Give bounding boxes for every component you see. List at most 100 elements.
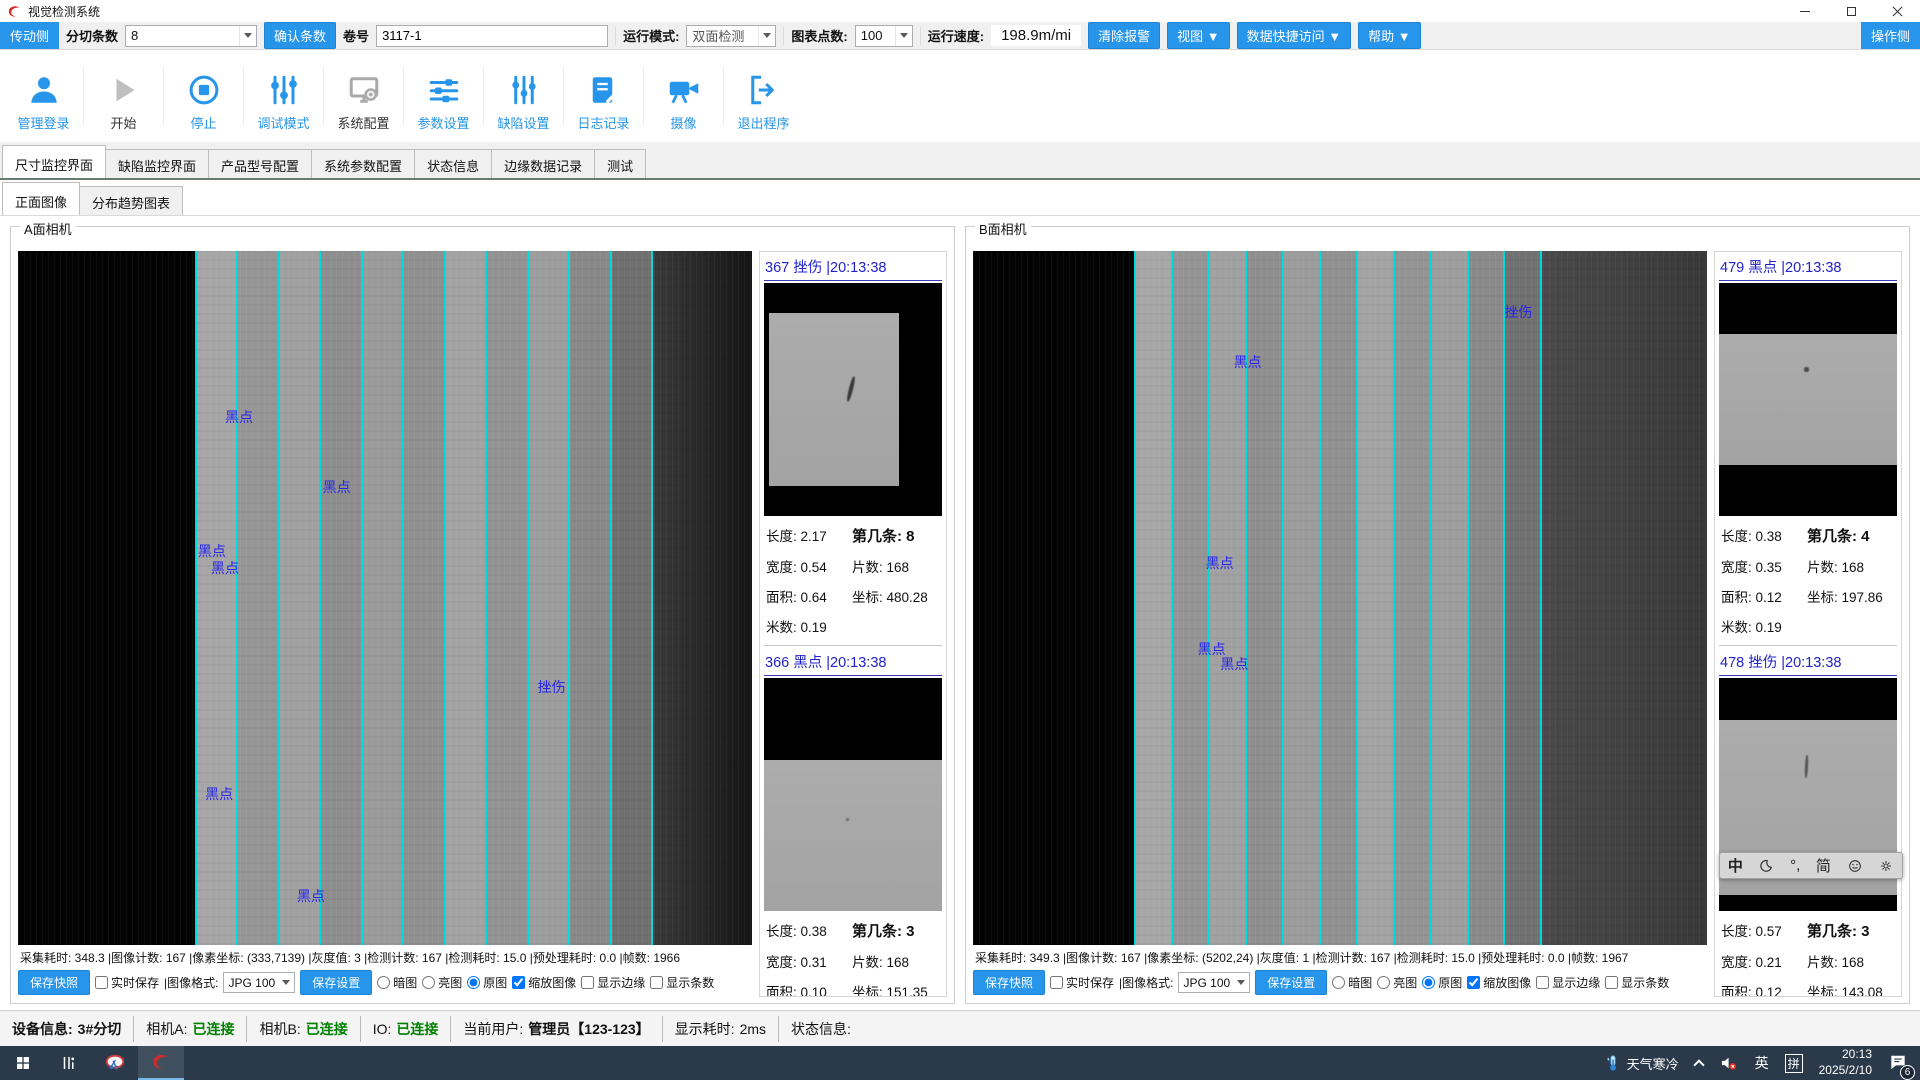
tool-exit-program[interactable]: 退出程序 [724,56,803,136]
language-indicator[interactable]: 英 [1755,1053,1769,1073]
save-snapshot-button[interactable]: 保存快照 [973,970,1045,995]
defect-card[interactable]: 367 挫伤 |20:13:38长度: 2.17第几条: 8宽度: 0.54片数… [764,254,942,640]
tab-status-info[interactable]: 状态信息 [414,149,492,178]
save-settings-button[interactable]: 保存设置 [1255,970,1327,995]
gear-icon[interactable] [1878,858,1894,874]
camera-image-a[interactable]: 黑点黑点黑点黑点挫伤黑点黑点 [18,251,752,945]
realtime-save-checkbox[interactable] [95,976,108,989]
pinned-app-button[interactable] [46,1046,92,1080]
ime-punctuation[interactable]: °, [1790,857,1800,874]
tab-defect-monitor[interactable]: 缺陷监控界面 [105,149,209,178]
tool-stop[interactable]: 停止 [164,56,243,136]
tab-test[interactable]: 测试 [594,149,646,178]
ime-mode-indicator[interactable]: 拼 [1785,1054,1803,1073]
clear-alarm-button[interactable]: 清除报警 [1088,22,1160,49]
confirm-count-button[interactable]: 确认条数 [264,22,336,49]
show-strip-count-checkbox[interactable] [650,976,663,989]
bright-image-radio[interactable] [422,976,435,989]
tool-log-record[interactable]: 日志记录 [564,56,643,136]
defect-label: 黑点 [297,886,325,906]
dark-image-radio[interactable] [1332,976,1345,989]
dark-image-label: 暗图 [1348,974,1372,991]
drive-side-button[interactable]: 传动侧 [0,22,59,49]
zoom-image-checkbox[interactable] [1467,976,1480,989]
status-segment: 当前用户:管理员【123-123】 [451,1016,662,1042]
emoji-icon[interactable] [1847,858,1863,874]
tool-defect-settings[interactable]: 缺陷设置 [484,56,563,136]
film-strip [279,251,320,945]
tool-debug-mode[interactable]: 调试模式 [244,56,323,136]
tray-expand-chevron-icon[interactable] [1693,1059,1704,1070]
slit-count-label: 分切条数 [66,26,118,45]
roll-no-input[interactable] [376,25,608,47]
stat-cell: 长度: 0.38 [1721,525,1807,546]
ime-lang-chinese[interactable]: 中 [1728,855,1743,876]
show-edge-checkbox[interactable] [581,976,594,989]
strip-cut-line [319,251,321,945]
save-settings-button[interactable]: 保存设置 [300,970,372,995]
close-button[interactable] [1874,0,1920,22]
defect-card[interactable]: 479 黑点 |20:13:38长度: 0.38第几条: 4宽度: 0.35片数… [1719,254,1897,640]
stat-cell: 坐标: 143.08 [1807,981,1895,997]
camera-image-b[interactable]: 挫伤黑点黑点黑点黑点 [973,251,1707,945]
status-label: 相机B: [259,1019,300,1039]
tab-product-model-config[interactable]: 产品型号配置 [208,149,312,178]
run-mode-select[interactable]: 双面检测 [686,25,776,47]
slit-count-value: 8 [131,28,138,43]
minimize-button[interactable] [1782,0,1828,22]
defect-card[interactable]: 366 黑点 |20:13:38长度: 0.38第几条: 3宽度: 0.31片数… [764,645,942,997]
tab-size-monitor[interactable]: 尺寸监控界面 [2,145,106,178]
moon-icon[interactable] [1758,858,1774,874]
tool-system-config[interactable]: 系统配置 [324,56,403,136]
defect-card-header: 478 挫伤 |20:13:38 [1719,649,1897,676]
system-config-icon [346,72,382,108]
tool-admin-login[interactable]: 管理登录 [4,56,83,136]
tool-param-settings[interactable]: 参数设置 [404,56,483,136]
original-image-radio[interactable] [1422,976,1435,989]
tool-label: 开始 [110,113,136,132]
stat-cell: 第几条: 3 [852,920,940,941]
tab-system-param-config[interactable]: 系统参数配置 [311,149,415,178]
dark-image-radio[interactable] [377,976,390,989]
tab-edge-data-record[interactable]: 边缘数据记录 [491,149,595,178]
slit-count-select[interactable]: 8 [125,25,257,47]
stat-cell: 宽度: 0.54 [766,556,852,576]
quick-data-access-button[interactable]: 数据快捷访问 ▼ [1237,22,1351,49]
ime-simplified[interactable]: 简 [1816,855,1831,876]
stat-cell: 面积: 0.12 [1721,586,1807,606]
volume-muted-icon[interactable] [1719,1053,1739,1073]
image-format-select[interactable]: JPG 100 [1178,972,1250,993]
show-edge-checkbox[interactable] [1536,976,1549,989]
chart-points-select[interactable]: 100 [855,25,913,47]
zoom-image-checkbox[interactable] [512,976,525,989]
defect-card[interactable]: 478 挫伤 |20:13:38长度: 0.57第几条: 3宽度: 0.21片数… [1719,645,1897,997]
help-menu-button[interactable]: 帮助 ▼ [1358,22,1420,49]
operate-side-button[interactable]: 操作侧 [1861,22,1920,49]
bright-image-radio[interactable] [1377,976,1390,989]
weather-indicator[interactable]: 天气寒冷 [1604,1053,1679,1073]
run-mode-value: 双面检测 [692,26,744,45]
stat-cell: 长度: 2.17 [766,525,852,546]
film-strip [403,251,445,945]
vision-app-taskbar-button[interactable] [138,1046,184,1080]
image-format-select[interactable]: JPG 100 [223,972,295,993]
start-button[interactable] [0,1046,46,1080]
maximize-button[interactable] [1828,0,1874,22]
snipping-tool-button[interactable] [92,1046,138,1080]
view-menu-button[interactable]: 视图 ▼ [1167,22,1229,49]
strip-cut-line [485,251,487,945]
save-snapshot-button[interactable]: 保存快照 [18,970,90,995]
subtab-front-image[interactable]: 正面图像 [2,182,80,215]
notification-center-button[interactable]: 6 [1888,1052,1908,1075]
subtab-distribution-chart[interactable]: 分布趋势图表 [79,186,183,215]
realtime-save-checkbox[interactable] [1050,976,1063,989]
show-strip-count-checkbox[interactable] [1605,976,1618,989]
strip-cut-line [195,251,197,945]
show-edge-label: 显示边缘 [1552,974,1600,991]
original-image-radio[interactable] [467,976,480,989]
taskbar-clock[interactable]: 20:13 2025/2/10 [1819,1047,1872,1078]
tool-start[interactable]: 开始 [84,56,163,136]
tool-camera[interactable]: 摄像 [644,56,723,136]
defect-cards-column: 479 黑点 |20:13:38长度: 0.38第几条: 4宽度: 0.35片数… [1714,251,1902,997]
run-speed-label: 运行速度: [928,26,984,45]
